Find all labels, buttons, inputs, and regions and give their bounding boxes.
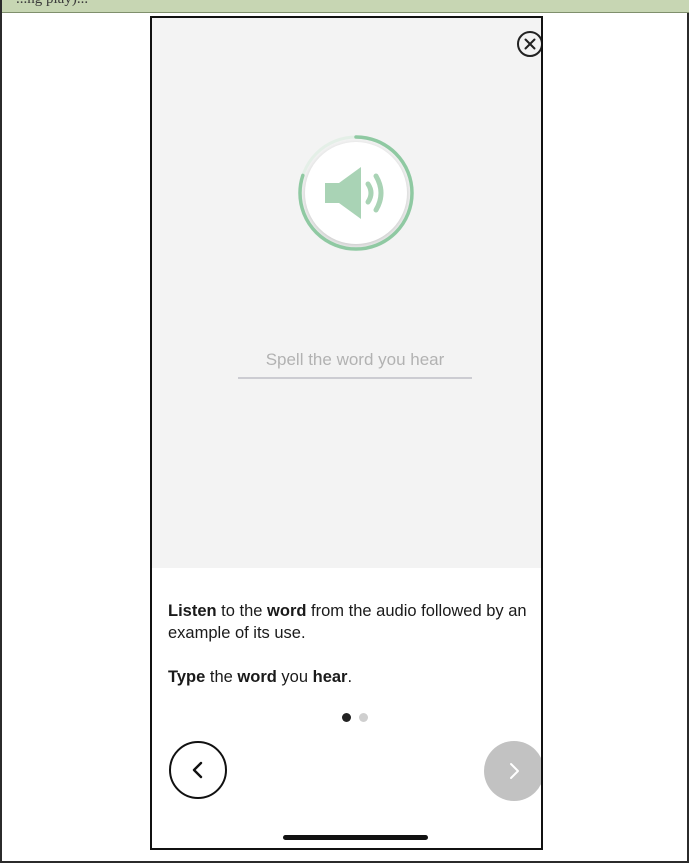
- next-button[interactable]: [484, 741, 541, 801]
- answer-input[interactable]: [238, 350, 472, 379]
- instruction-type: Type the word you hear.: [168, 666, 528, 688]
- instruction-emphasis: hear: [312, 668, 348, 686]
- pagination-dot: [342, 713, 351, 722]
- instruction-text: to the: [216, 602, 268, 620]
- instruction-emphasis: Type: [168, 668, 206, 686]
- instructions: Listen to the word from the audio follow…: [168, 600, 528, 710]
- phone-screen: Listen to the word from the audio follow…: [150, 16, 543, 850]
- header-strip: ...ng play)...: [2, 0, 689, 13]
- speaker-icon: [325, 167, 384, 219]
- pagination-dots: [342, 713, 368, 723]
- instruction-text: the: [205, 668, 238, 686]
- instruction-emphasis: Listen: [168, 602, 217, 620]
- instruction-emphasis: word: [267, 602, 307, 620]
- back-button[interactable]: [169, 741, 227, 799]
- instruction-listen: Listen to the word from the audio follow…: [168, 600, 528, 644]
- close-button[interactable]: [517, 31, 541, 57]
- screenshot-frame: ...ng play)... Listen to: [0, 0, 689, 863]
- play-audio-button[interactable]: [297, 134, 415, 252]
- chevron-left-icon: [192, 761, 203, 779]
- header-strip-text: ...ng play)...: [16, 0, 88, 8]
- close-circle-icon: [524, 38, 536, 50]
- instruction-text: .: [347, 668, 353, 686]
- instruction-text: you: [276, 668, 313, 686]
- exercise-panel: [152, 18, 541, 568]
- pagination-dot: [359, 713, 368, 722]
- chevron-right-icon: [510, 763, 519, 779]
- instruction-emphasis: word: [237, 668, 277, 686]
- answer-field[interactable]: [238, 350, 472, 379]
- home-indicator[interactable]: [283, 835, 428, 840]
